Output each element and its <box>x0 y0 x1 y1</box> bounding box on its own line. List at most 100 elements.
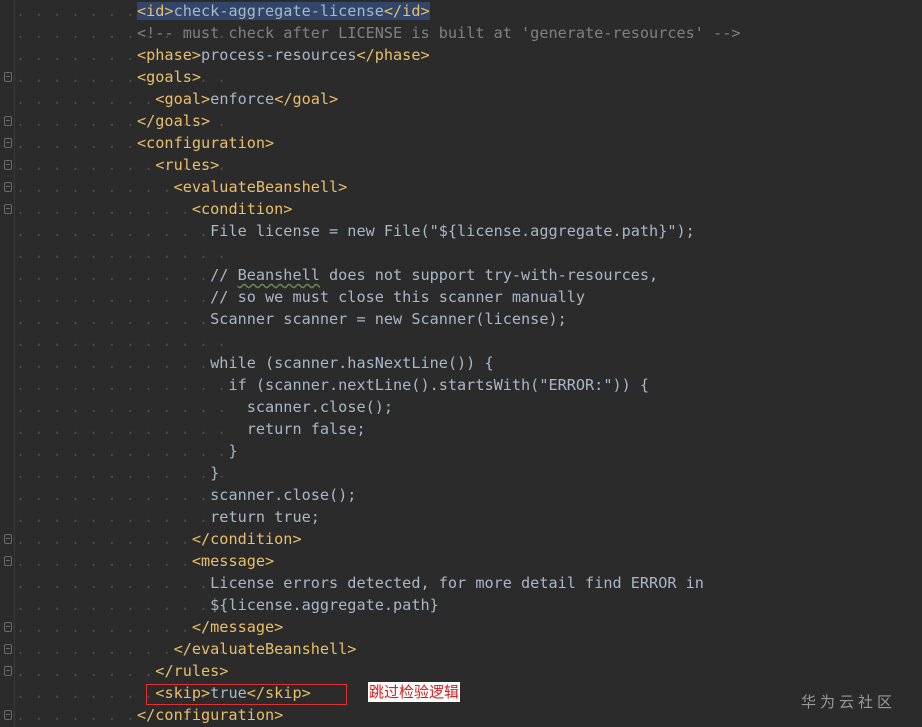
code-content: scanner.close(); <box>137 484 356 506</box>
xml-tag: </configuration> <box>137 706 284 724</box>
xml-tag: </phase> <box>356 46 430 64</box>
code-content: return true; <box>137 506 320 528</box>
code-text: does not support try-with-resources, <box>319 266 659 284</box>
fold-marker-icon[interactable] <box>4 556 12 566</box>
xml-tag: <message> <box>191 552 275 570</box>
code-content: <message> <box>137 550 274 572</box>
code-text: check-aggregate-license <box>173 2 384 20</box>
code-text: return false; <box>246 420 366 438</box>
fold-marker-icon[interactable] <box>4 138 12 148</box>
fold-marker-icon[interactable] <box>4 644 12 654</box>
xml-tag: <condition> <box>191 200 293 218</box>
code-line: . . . . . . . . . . . . <skip>true</skip… <box>0 682 922 704</box>
fold-marker-icon[interactable] <box>4 666 12 676</box>
fold-marker-icon[interactable] <box>4 204 12 214</box>
code-line: . . . . . . . . . . . . <box>0 330 922 352</box>
xml-tag: </message> <box>191 618 284 636</box>
code-content: </evaluateBeanshell> <box>137 638 357 660</box>
fold-marker-icon[interactable] <box>4 534 12 544</box>
code-content: // so we must close this scanner manuall… <box>137 286 585 308</box>
code-line: . . . . . . . . . . . . <evaluateBeanshe… <box>0 176 922 198</box>
code-line: . . . . . . . . . . . . License errors d… <box>0 572 922 594</box>
code-line: . . . . . . . . . . . . File license = n… <box>0 220 922 242</box>
code-line: . . . . . . . . . . . . <phase>process-re… <box>0 44 922 66</box>
code-text: while (scanner.hasNextLine()) { <box>210 354 494 372</box>
fold-marker-icon[interactable] <box>4 622 12 632</box>
code-content: <id>check-aggregate-license</id> <box>137 0 430 22</box>
xml-tag: <configuration> <box>137 134 275 152</box>
code-content: </configuration> <box>137 704 283 726</box>
code-text: File license = new File("${license.aggre… <box>210 222 695 240</box>
code-line: . . . . . . . . . . . . </goals> <box>0 110 922 132</box>
code-line: . . . . . . . . . . . . ${license.aggreg… <box>0 594 922 616</box>
code-line: . . . . . . . . . . . . // so we must cl… <box>0 286 922 308</box>
code-text: License errors detected, for more detail… <box>210 574 704 592</box>
code-line: . . . . . . . . . . . . <!-- must check a… <box>0 22 922 44</box>
code-line: . . . . . . . . . . . . } <box>0 462 922 484</box>
code-line: . . . . . . . . . . . . if (scanner.next… <box>0 374 922 396</box>
code-text: enforce <box>210 90 275 108</box>
code-line: . . . . . . . . . . . . </evaluateBeansh… <box>0 638 922 660</box>
code-line: . . . . . . . . . . . . </configuration> <box>0 704 922 726</box>
code-line: . . . . . . . . . . . . <box>0 242 922 264</box>
code-line: . . . . . . . . . . . . } <box>0 440 922 462</box>
code-content: return false; <box>137 418 366 440</box>
code-text: } <box>210 464 220 482</box>
xml-tag: <goal> <box>155 90 211 108</box>
fold-marker-icon[interactable] <box>4 182 12 192</box>
code-editor[interactable]: . . . . . . . . . . . . <id>check-aggrega… <box>0 0 922 727</box>
code-text: ${license.aggregate.path} <box>210 596 439 614</box>
code-line: . . . . . . . . . . . . </condition> <box>0 528 922 550</box>
code-line: . . . . . . . . . . . . <goals> <box>0 66 922 88</box>
code-line: . . . . . . . . . . . . <configuration> <box>0 132 922 154</box>
fold-marker-icon[interactable] <box>4 116 12 126</box>
code-content: while (scanner.hasNextLine()) { <box>137 352 494 374</box>
code-text: Beanshell <box>237 266 320 284</box>
code-content: </rules> <box>137 660 228 682</box>
skip-highlight-box <box>146 684 347 705</box>
xml-tag: <rules> <box>155 156 220 174</box>
xml-tag: </rules> <box>155 662 229 680</box>
code-text: Scanner scanner = new Scanner(license); <box>210 310 567 328</box>
code-text: if (scanner.nextLine().startsWith("ERROR… <box>228 376 650 394</box>
code-line: . . . . . . . . . . . . return true; <box>0 506 922 528</box>
code-line: . . . . . . . . . . . . </rules> <box>0 660 922 682</box>
code-content: scanner.close(); <box>137 396 393 418</box>
code-text: scanner.close(); <box>210 486 357 504</box>
code-content: </message> <box>137 616 283 638</box>
fold-marker-icon[interactable] <box>4 710 12 720</box>
code-content: Scanner scanner = new Scanner(license); <box>137 308 567 330</box>
fold-marker-icon[interactable] <box>4 72 12 82</box>
watermark: 华为云社区 <box>801 693 897 711</box>
code-content: <!-- must check after LICENSE is built a… <box>137 22 740 44</box>
code-line: . . . . . . . . . . . . <rules> <box>0 154 922 176</box>
code-line: . . . . . . . . . . . . scanner.close(); <box>0 396 922 418</box>
xml-tag: <phase> <box>137 46 202 64</box>
code-text: // so we must close this scanner manuall… <box>210 288 586 306</box>
code-content: } <box>137 462 219 484</box>
code-content: <evaluateBeanshell> <box>137 176 348 198</box>
code-content: </goals> <box>137 110 210 132</box>
code-content: <configuration> <box>137 132 274 154</box>
code-content: License errors detected, for more detail… <box>137 572 704 594</box>
xml-tag: </id> <box>383 2 430 20</box>
code-text: } <box>228 442 238 460</box>
fold-marker-icon[interactable] <box>4 160 12 170</box>
